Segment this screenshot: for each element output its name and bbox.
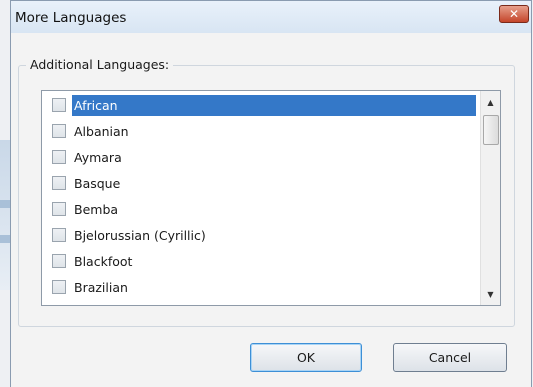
language-list-item[interactable]: Aymara [42,145,480,171]
listbox-scrollbar[interactable]: ▲ ▼ [480,91,500,305]
language-label: Bemba [74,202,119,217]
dialog-title: More Languages [15,10,127,26]
language-label: Albanian [74,124,129,139]
scrollbar-thumb[interactable] [483,115,499,145]
language-checkbox[interactable] [52,254,66,268]
language-list-item[interactable]: Blackfoot [42,249,480,275]
ok-button[interactable]: OK [250,343,362,372]
language-list-item[interactable]: African [42,93,480,119]
language-label: Brazilian [74,280,128,295]
language-checkbox[interactable] [52,228,66,242]
scroll-up-button[interactable]: ▲ [481,93,500,111]
language-label: Aymara [74,150,122,165]
languages-listbox[interactable]: African Albanian Aymara Basque Bemba Bjelorus… [41,90,501,306]
additional-languages-label: Additional Languages: [26,57,174,72]
language-checkbox[interactable] [52,98,66,112]
chevron-up-icon: ▲ [487,97,494,107]
cancel-button[interactable]: Cancel [393,343,507,372]
language-list-item[interactable]: Bjelorussian (Cyrillic) [42,223,480,249]
language-list-item[interactable]: Albanian [42,119,480,145]
language-checkbox[interactable] [52,202,66,216]
close-icon: ✕ [508,7,520,21]
language-checkbox[interactable] [52,176,66,190]
close-button[interactable]: ✕ [499,5,529,23]
language-label: Bjelorussian (Cyrillic) [74,228,206,243]
language-checkbox[interactable] [52,280,66,294]
chevron-down-icon: ▼ [487,289,494,299]
language-list-item[interactable]: Bemba [42,197,480,223]
language-label: Blackfoot [74,254,133,269]
language-checkbox[interactable] [52,150,66,164]
scroll-down-button[interactable]: ▼ [481,285,500,303]
language-label: African [72,95,476,116]
language-checkbox[interactable] [52,124,66,138]
title-bar[interactable]: More Languages ✕ [11,1,531,33]
language-list-item[interactable]: Basque [42,171,480,197]
language-list-item[interactable]: Brazilian [42,275,480,301]
language-label: Basque [74,176,121,191]
